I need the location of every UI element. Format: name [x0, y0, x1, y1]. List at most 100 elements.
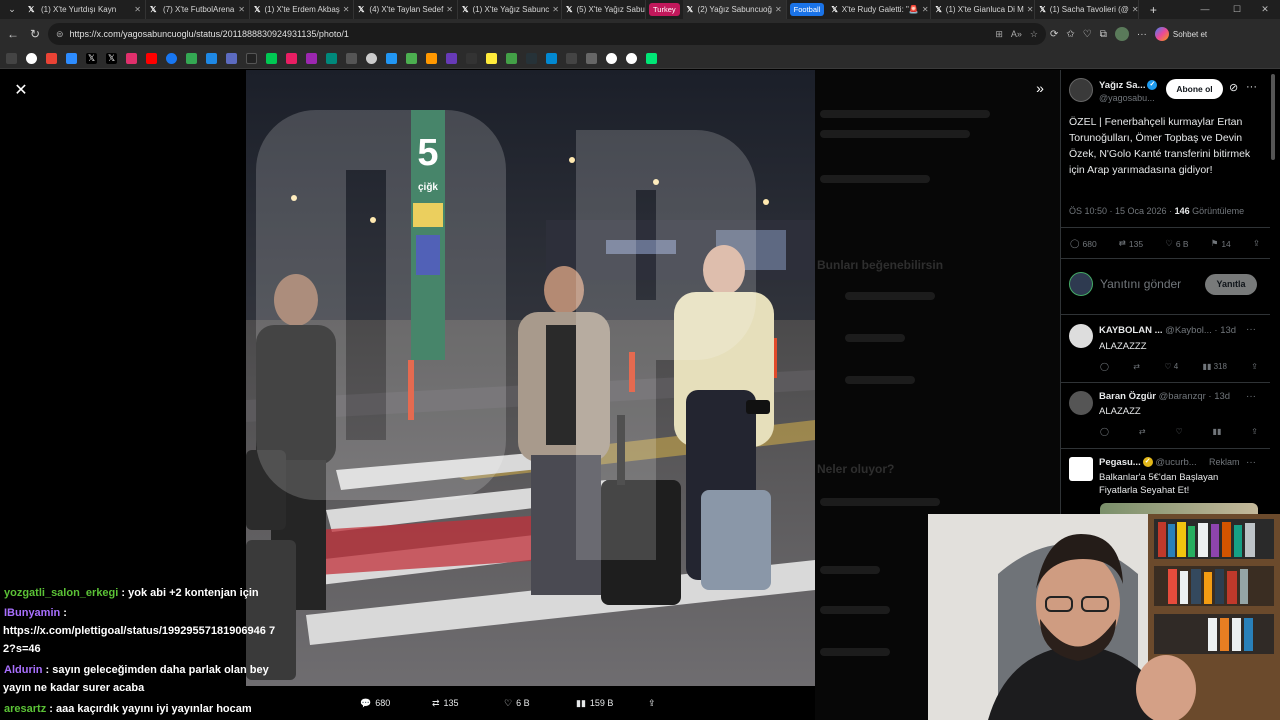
more-options-icon[interactable]: ··· [1246, 324, 1256, 335]
tab-close-icon[interactable]: ✕ [131, 5, 141, 14]
browser-tab[interactable]: 𝕏 (1) X'te Gianluca Di M ✕ [931, 0, 1036, 19]
bookmark-icon[interactable] [206, 53, 217, 64]
google-icon[interactable] [606, 53, 617, 64]
expand-panel-icon[interactable]: » [1030, 80, 1050, 96]
bookmark-icon[interactable] [306, 53, 317, 64]
address-bar[interactable]: ⊜ https://x.com/yagosabuncuoglu/status/2… [48, 23, 1046, 45]
bookmark-folder-icon[interactable] [6, 53, 17, 64]
facebook-icon[interactable] [166, 53, 177, 64]
bookmark-icon[interactable] [286, 53, 297, 64]
bookmark-icon[interactable] [266, 53, 277, 64]
reply-author[interactable]: KAYBOLAN ... @Kaybol... · 13d [1099, 325, 1236, 336]
browser-tab[interactable]: 𝕏 (1) X'te Yurtdışı Kayn ✕ [24, 0, 146, 19]
post-photo[interactable]: 5 çiğk [246, 70, 815, 686]
bookmark-icon[interactable] [346, 53, 357, 64]
ad-avatar[interactable] [1069, 457, 1093, 481]
x-bookmark-icon[interactable]: 𝕏 [106, 53, 117, 64]
bookmark-icon[interactable] [526, 53, 537, 64]
ad-author[interactable]: Pegasu... ✓ @ucurb... [1099, 457, 1197, 468]
x-bookmark-icon[interactable]: 𝕏 [86, 53, 97, 64]
more-options-icon[interactable]: ··· [1246, 81, 1257, 93]
grok-icon[interactable]: ⊘ [1229, 81, 1238, 94]
share-button[interactable]: ⇪ [1253, 238, 1260, 249]
browser-tab[interactable]: 𝕏 X'te Rudy Galetti: "🚨 ✕ [827, 0, 932, 19]
like-button[interactable]: ♡ 6 B [1165, 238, 1188, 249]
like-button[interactable]: ♡ 4 [1164, 362, 1178, 371]
maximize-icon[interactable]: ☐ [1222, 0, 1252, 19]
read-aloud-icon[interactable]: A» [1011, 29, 1022, 39]
browser-essentials-icon[interactable]: ♡ [1083, 29, 1092, 40]
tab-close-icon[interactable]: ✕ [549, 5, 559, 14]
repost-button[interactable]: ⇄ 135 [1119, 238, 1143, 249]
bookmark-button[interactable]: ⚑ 14 [1211, 238, 1231, 249]
back-icon[interactable]: ← [2, 27, 24, 41]
bookmark-icon[interactable] [226, 53, 237, 64]
browser-tab[interactable]: 𝕏 (4) X'te Taylan Sedef ✕ [354, 0, 458, 19]
youtube-icon[interactable] [146, 53, 157, 64]
google-icon[interactable] [626, 53, 637, 64]
refresh-icon[interactable]: ↻ [24, 27, 46, 41]
share-icon[interactable]: ⇪ [1251, 427, 1258, 436]
tab-search-chevron-icon[interactable]: ⌄ [0, 4, 24, 15]
browser-tab[interactable]: 𝕏 (1) X'te Yağız Sabunc ✕ [458, 0, 562, 19]
reply-icon[interactable]: ◯ [1100, 362, 1109, 371]
views-icon[interactable]: ▮▮ [1213, 427, 1222, 436]
bookmark-icon[interactable] [406, 53, 417, 64]
post-time[interactable]: ÖS 10:50 · 15 Oca 2026 · [1069, 206, 1175, 216]
tab-close-icon[interactable]: ✕ [1129, 5, 1138, 14]
sheets-icon[interactable] [186, 53, 197, 64]
share-icon[interactable]: ⇪ [1251, 362, 1258, 371]
new-tab-icon[interactable]: + [1143, 3, 1163, 17]
panel-scrollbar[interactable] [1271, 74, 1275, 160]
tab-close-icon[interactable]: ✕ [919, 5, 929, 14]
bookmark-folder-icon[interactable] [566, 53, 577, 64]
repost-icon[interactable]: ⇄ [1139, 427, 1146, 436]
author-name[interactable]: Yağız Sa... ✓ [1099, 80, 1158, 91]
follow-button[interactable]: Abone ol [1166, 79, 1223, 99]
bookmark-icon[interactable] [546, 53, 557, 64]
browser-tab[interactable]: 𝕏 (7) X'te FutbolArena ✕ [146, 0, 250, 19]
close-window-icon[interactable]: ✕ [1250, 0, 1280, 19]
heart-icon[interactable]: ♡ [1175, 427, 1182, 436]
apps-icon[interactable]: ⊞ [995, 29, 1003, 40]
repost-icon[interactable]: ⇄ [1133, 362, 1140, 371]
views-action[interactable]: ▮▮ 159 B [576, 698, 648, 709]
tab-close-icon[interactable]: ✕ [443, 5, 453, 14]
bookmark-icon[interactable] [506, 53, 517, 64]
favorites-icon[interactable]: ✩ [1066, 29, 1074, 40]
link-icon[interactable] [586, 53, 597, 64]
site-info-icon[interactable]: ⊜ [56, 29, 64, 40]
reply-author[interactable]: Baran Özgür @baranzqr · 13d [1099, 391, 1230, 402]
collections-icon[interactable]: ⧉ [1100, 29, 1107, 40]
browser-tab[interactable]: 𝕏 (5) X'te Yağız Sabunc [562, 0, 646, 19]
reply-action[interactable]: 💬 680 [360, 698, 432, 709]
bookmark-icon[interactable] [446, 53, 457, 64]
copilot-button[interactable]: Sohbet et [1154, 27, 1207, 41]
instagram-icon[interactable] [126, 53, 137, 64]
repost-action[interactable]: ⇄ 135 [432, 698, 504, 709]
browser-tab-active[interactable]: 𝕏 (2) Yağız Sabuncuoğ ✕ [682, 0, 787, 19]
tab-close-icon[interactable]: ✕ [235, 5, 245, 14]
author-avatar[interactable] [1069, 78, 1093, 102]
like-action[interactable]: ♡ 6 B [504, 698, 576, 709]
browser-tab[interactable]: 𝕏 (1) X'te Erdem Akbaş ✕ [250, 0, 354, 19]
bookmark-icon[interactable] [326, 53, 337, 64]
more-options-icon[interactable]: ··· [1246, 457, 1256, 468]
bookmark-icon[interactable] [66, 53, 77, 64]
minimize-icon[interactable]: — [1190, 0, 1220, 19]
tab-close-icon[interactable]: ✕ [340, 5, 350, 14]
google-icon[interactable] [26, 53, 37, 64]
author-handle[interactable]: @yagosabu... [1099, 93, 1155, 103]
favorite-star-icon[interactable]: ☆ [1030, 29, 1038, 40]
close-viewer-icon[interactable]: ✕ [12, 80, 30, 100]
reply-input[interactable]: Yanıtını gönder [1100, 277, 1181, 291]
bookmark-icon[interactable] [646, 53, 657, 64]
tab-close-icon[interactable]: ✕ [772, 5, 782, 14]
reply-icon[interactable]: ◯ [1100, 427, 1109, 436]
reply-avatar[interactable] [1069, 391, 1093, 415]
bookmark-icon[interactable] [386, 53, 397, 64]
gmail-icon[interactable] [46, 53, 57, 64]
bookmark-icon[interactable] [426, 53, 437, 64]
views-button[interactable]: ▮▮ 318 [1203, 362, 1227, 371]
bookmark-icon[interactable] [486, 53, 497, 64]
